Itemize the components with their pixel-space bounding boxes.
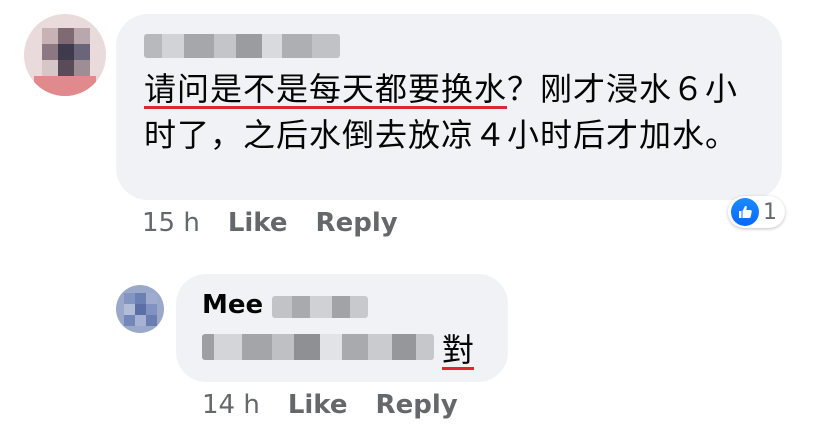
- reaction-count: 1: [763, 199, 777, 225]
- reply-avatar[interactable]: [116, 285, 164, 333]
- reply-reply-button[interactable]: Reply: [376, 390, 458, 420]
- comment-text: 请问是不是每天都要换水？刚才浸水６小时了，之后水倒去放凉４小时后才加水。: [144, 66, 764, 158]
- timestamp[interactable]: 15 h: [142, 208, 200, 238]
- reaction-badge[interactable]: 1: [728, 196, 785, 228]
- reply-text: 對: [442, 331, 475, 369]
- comment-actions: 15 h Like Reply: [142, 208, 398, 238]
- mention-redacted[interactable]: [202, 334, 434, 360]
- author-name-redacted[interactable]: [144, 34, 340, 58]
- reply-author-name[interactable]: Mee: [202, 290, 263, 320]
- reply-actions: 14 h Like Reply: [202, 390, 458, 420]
- comment-text-underlined: 请问是不是每天都要换水: [144, 70, 508, 108]
- like-button[interactable]: Like: [228, 208, 288, 238]
- thumbs-up-icon: [731, 198, 759, 226]
- reply-timestamp[interactable]: 14 h: [202, 390, 260, 420]
- reply-like-button[interactable]: Like: [288, 390, 348, 420]
- reply-button[interactable]: Reply: [316, 208, 398, 238]
- commenter-avatar[interactable]: [24, 14, 106, 96]
- comment-thread: 请问是不是每天都要换水？刚才浸水６小时了，之后水倒去放凉４小时后才加水。 1 1…: [0, 0, 828, 431]
- author-surname-redacted[interactable]: [272, 296, 368, 318]
